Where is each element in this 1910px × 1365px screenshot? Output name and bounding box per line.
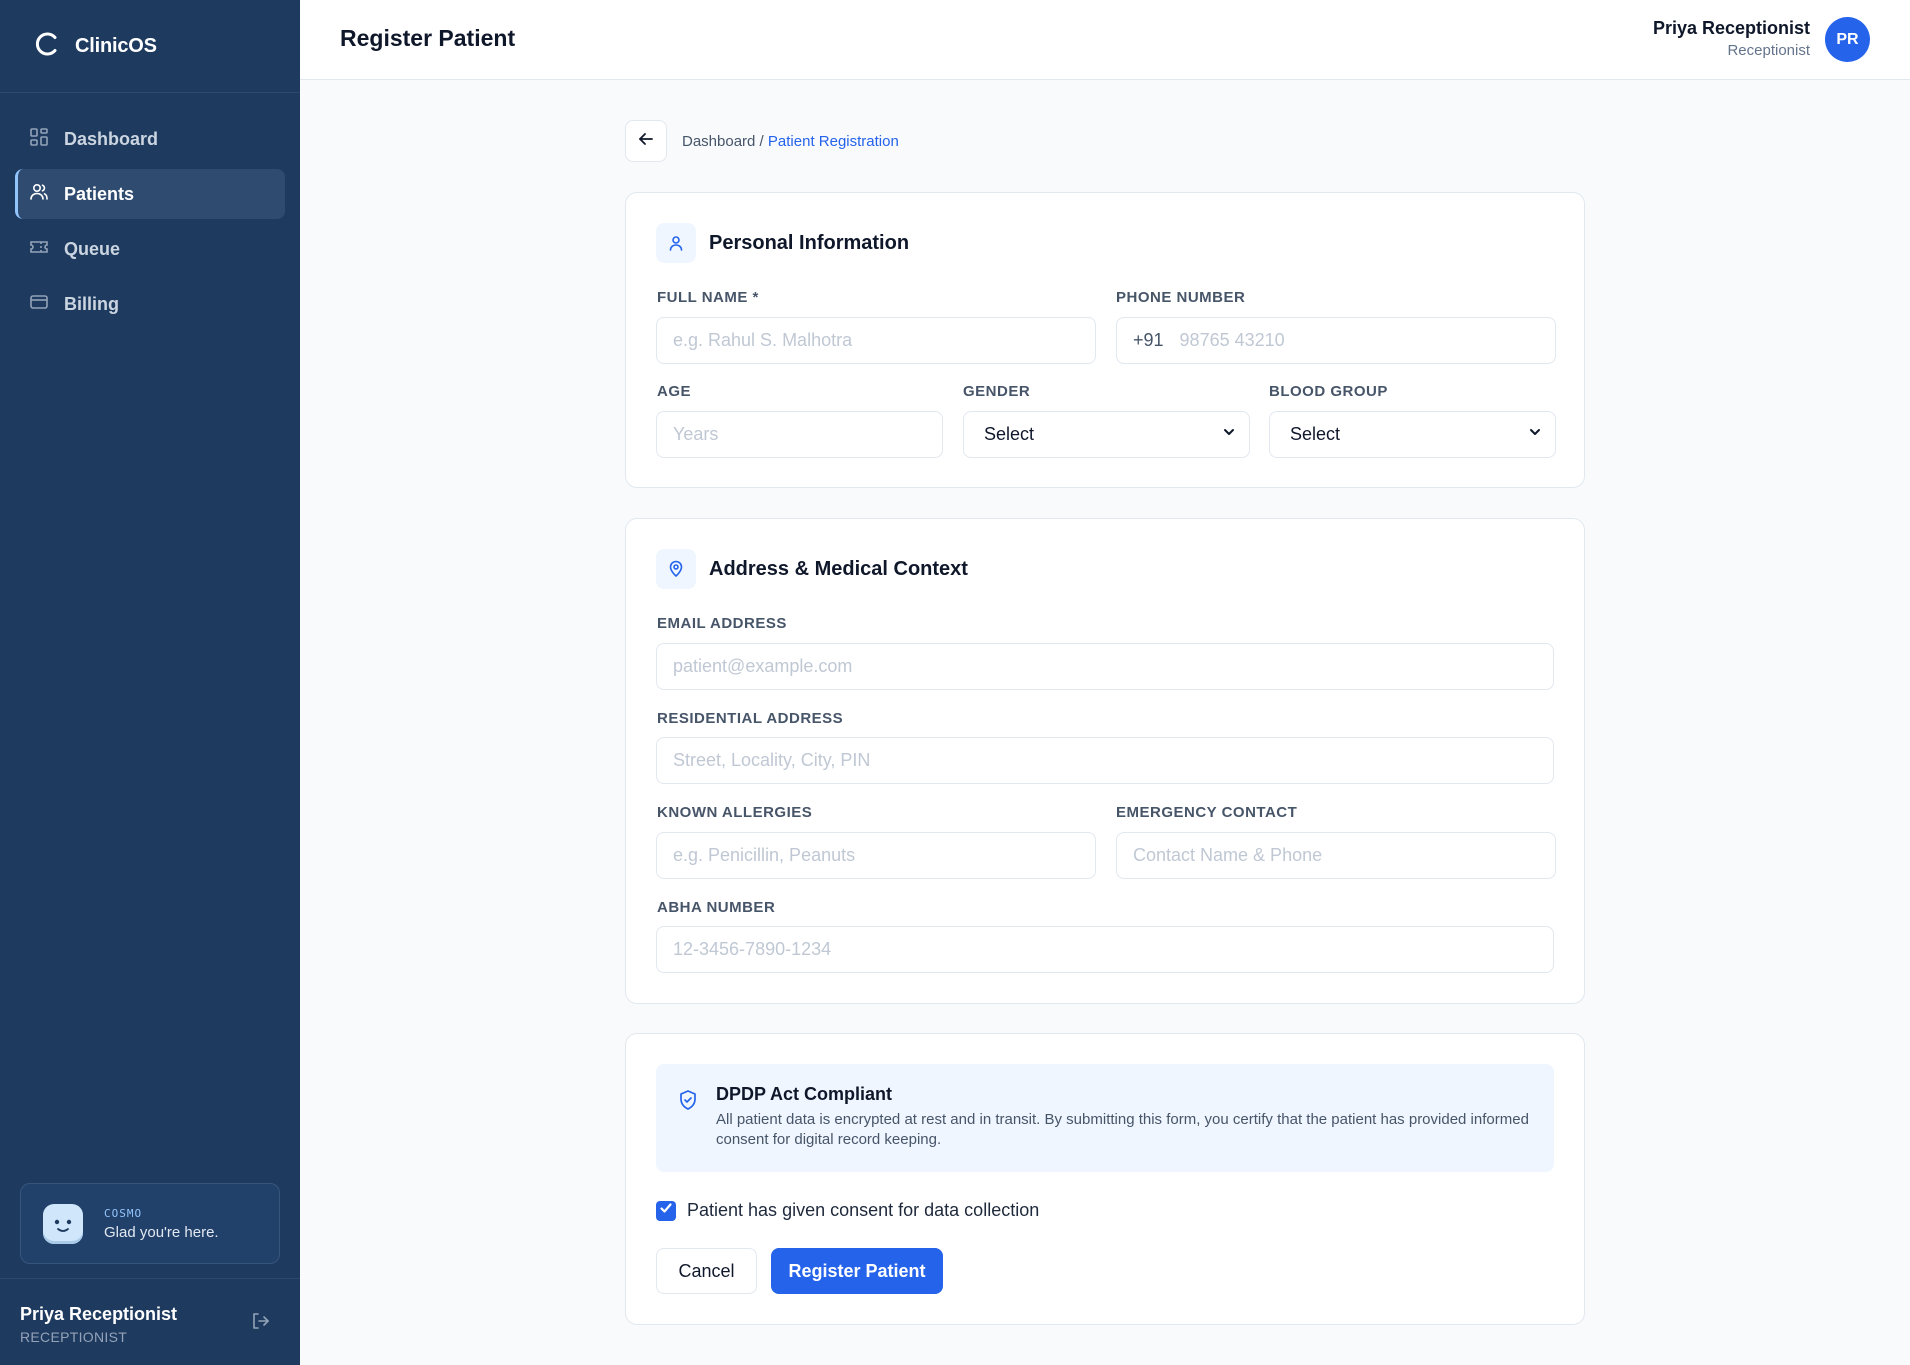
emergency-contact-label: EMERGENCY CONTACT — [1116, 804, 1298, 821]
consent-label: Patient has given consent for data colle… — [687, 1200, 1040, 1220]
chevron-down-icon — [1527, 424, 1543, 445]
residential-address-input[interactable] — [656, 737, 1554, 784]
consent-checkbox[interactable] — [656, 1200, 676, 1221]
allergies-input[interactable] — [656, 832, 1096, 879]
sidebar-item-patients[interactable]: Patients — [15, 169, 285, 219]
card-title: Address & Medical Context — [709, 557, 968, 580]
sidebar-item-label: Patients — [64, 183, 135, 204]
card-title: Personal Information — [709, 231, 910, 254]
logout-icon[interactable] — [250, 1311, 270, 1331]
arrow-left-icon — [637, 130, 655, 153]
blood-group-label: BLOOD GROUP — [1269, 383, 1388, 400]
sidebar: ClinicOS Dashboard Patients Queue Billin… — [0, 0, 300, 1365]
phone-number-field[interactable]: +91 — [1116, 317, 1556, 364]
top-header: Register Patient Priya Receptionist Rece… — [300, 0, 1910, 80]
card-header: Address & Medical Context — [656, 549, 968, 589]
sidebar-item-label: Billing — [64, 293, 119, 314]
register-patient-button[interactable]: Register Patient — [771, 1248, 943, 1294]
sidebar-item-label: Queue — [64, 238, 121, 259]
abha-number-label: ABHA NUMBER — [657, 899, 776, 916]
map-pin-icon — [656, 549, 696, 589]
robot-face-icon — [43, 1203, 83, 1244]
consent-row[interactable]: Patient has given consent for data colle… — [656, 1200, 1039, 1221]
breadcrumb-row: Dashboard / Patient Registration — [625, 120, 899, 162]
country-code-prefix: +91 — [1133, 330, 1164, 350]
avatar[interactable]: PR — [1825, 17, 1870, 62]
breadcrumb: Dashboard / Patient Registration — [682, 133, 899, 150]
email-label: EMAIL ADDRESS — [657, 615, 787, 632]
header-user-role: Receptionist — [1727, 42, 1810, 59]
ticket-icon — [29, 237, 64, 262]
personal-information-card: Personal Information FULL NAME * PHONE N… — [625, 192, 1585, 488]
credit-card-icon — [29, 292, 64, 317]
brand[interactable]: ClinicOS — [0, 0, 300, 93]
gender-selected-value: Select — [984, 424, 1035, 444]
phone-number-label: PHONE NUMBER — [1116, 289, 1246, 306]
sidebar-item-queue[interactable]: Queue — [15, 224, 285, 274]
compliance-notice: DPDP Act Compliant All patient data is e… — [656, 1064, 1554, 1172]
checkmark-icon — [659, 1201, 673, 1220]
sidebar-item-dashboard[interactable]: Dashboard — [15, 114, 285, 164]
sidebar-user-role: RECEPTIONIST — [20, 1329, 128, 1345]
allergies-label: KNOWN ALLERGIES — [657, 804, 813, 821]
emergency-contact-input[interactable] — [1116, 832, 1556, 879]
gender-select[interactable]: Select — [963, 411, 1250, 458]
breadcrumb-current: Patient Registration — [767, 132, 899, 150]
blood-group-selected-value: Select — [1290, 424, 1341, 444]
phone-number-input[interactable] — [1179, 330, 1540, 351]
sidebar-item-billing[interactable]: Billing — [15, 279, 285, 329]
cancel-button[interactable]: Cancel — [656, 1248, 757, 1294]
gender-label: GENDER — [963, 383, 1031, 400]
header-user-name: Priya Receptionist — [1652, 18, 1810, 38]
back-button[interactable] — [625, 120, 667, 162]
chevron-down-icon — [1221, 424, 1237, 445]
page-title: Register Patient — [340, 25, 516, 51]
breadcrumb-separator: / — [755, 132, 768, 150]
card-header: Personal Information — [656, 223, 909, 263]
brand-name: ClinicOS — [75, 34, 157, 57]
header-user-info: Priya Receptionist Receptionist — [1653, 18, 1810, 59]
cosmo-assistant-card[interactable]: COSMO Glad you're here. — [20, 1183, 280, 1264]
compliance-title: DPDP Act Compliant — [716, 1084, 893, 1104]
blood-group-select[interactable]: Select — [1269, 411, 1556, 458]
assistant-tag: COSMO — [104, 1206, 143, 1220]
compliance-body: All patient data is encrypted at rest an… — [716, 1111, 1529, 1148]
age-input[interactable] — [656, 411, 943, 458]
email-input[interactable] — [656, 643, 1554, 690]
breadcrumb-dashboard-link[interactable]: Dashboard — [682, 133, 755, 150]
consent-submit-card: DPDP Act Compliant All patient data is e… — [625, 1033, 1585, 1325]
sidebar-item-label: Dashboard — [64, 128, 159, 149]
age-label: AGE — [657, 383, 692, 400]
sidebar-user-panel: Priya Receptionist RECEPTIONIST — [0, 1278, 300, 1365]
clinicos-logo-icon — [33, 30, 61, 63]
sidebar-nav: Dashboard Patients Queue Billing — [0, 93, 300, 329]
address-medical-card: Address & Medical Context EMAIL ADDRESS … — [625, 518, 1585, 1004]
residential-address-label: RESIDENTIAL ADDRESS — [657, 710, 844, 727]
users-icon — [29, 182, 64, 207]
assistant-message: Glad you're here. — [104, 1223, 219, 1241]
abha-number-input[interactable] — [656, 926, 1554, 973]
full-name-input[interactable] — [656, 317, 1096, 364]
dashboard-grid-icon — [29, 127, 64, 152]
user-icon — [656, 223, 696, 263]
full-name-label: FULL NAME * — [657, 289, 759, 306]
